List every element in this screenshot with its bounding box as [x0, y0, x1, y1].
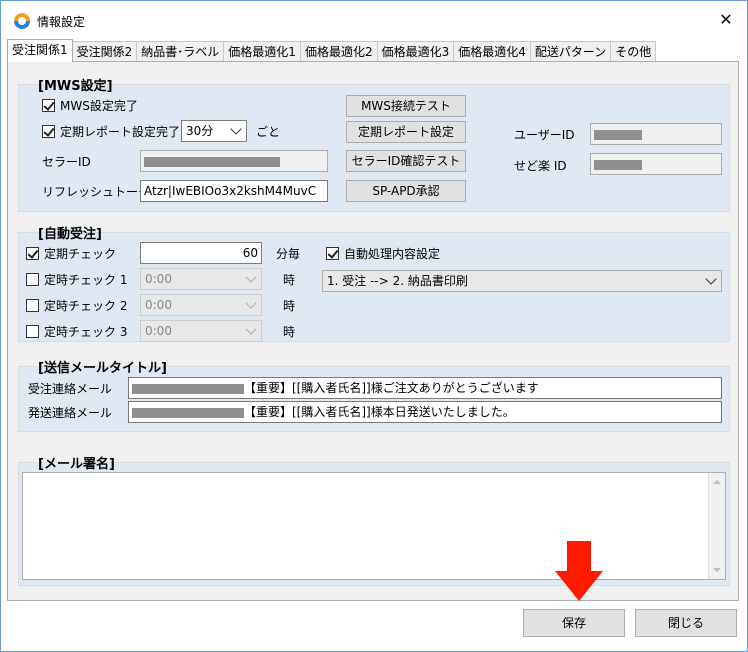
periodic-interval-input[interactable]: 60 [140, 242, 262, 264]
signature-textarea[interactable] [22, 472, 726, 580]
tab-strip: 受注関係1 受注関係2 納品書･ラベル 価格最適化1 価格最適化2 価格最適化3… [7, 39, 657, 62]
order-mail-text: 【重要】[[購入者氏名]]様ご注文ありがとうございます [244, 381, 539, 395]
user-id-masked [594, 129, 642, 140]
seller-id-masked [144, 156, 280, 167]
signature-group-title: [メール署名] [38, 457, 115, 472]
fixed-check-1-unit: 時 [283, 273, 296, 287]
save-button[interactable]: 保存 [523, 609, 625, 637]
order-mail-label: 受注連絡メール [28, 382, 113, 396]
auto-process-value: 1. 受注 --> 2. 納品書印刷 [327, 274, 468, 288]
report-setting-button[interactable]: 定期レポート設定 [346, 121, 466, 143]
fixed-check-3-checkbox[interactable] [26, 325, 39, 338]
seduraku-id-masked [594, 159, 642, 170]
tab-order-2[interactable]: 受注関係2 [71, 41, 138, 62]
tab-price-opt-1[interactable]: 価格最適化1 [223, 41, 301, 62]
report-interval-suffix: ごと [256, 125, 281, 139]
order-mail-masked [132, 383, 244, 394]
chevron-down-icon [705, 273, 717, 285]
scroll-up-icon[interactable] [713, 480, 721, 484]
order-mail-field[interactable]: 【重要】[[購入者氏名]]様ご注文ありがとうございます [128, 377, 722, 399]
tab-order-1[interactable]: 受注関係1 [7, 39, 73, 62]
mws-group-title: [MWS設定] [38, 79, 113, 94]
fixed-check-1-checkbox[interactable] [26, 273, 39, 286]
settings-window: 情報設定 ✕ 受注関係1 受注関係2 納品書･ラベル 価格最適化1 価格最適化2… [0, 0, 748, 652]
auto-process-checkbox[interactable] [326, 247, 339, 260]
periodic-check-label: 定期チェック [44, 247, 117, 261]
report-interval-value: 30分 [186, 124, 214, 138]
chevron-down-icon [230, 123, 242, 135]
ship-mail-masked [132, 407, 244, 418]
fixed-check-3-unit: 時 [283, 325, 296, 339]
close-icon[interactable]: ✕ [715, 9, 737, 31]
fixed-check-2-unit: 時 [283, 299, 296, 313]
mws-done-checkbox[interactable] [42, 99, 55, 112]
arrow-shaft [567, 541, 591, 573]
title-bar: 情報設定 ✕ [1, 1, 747, 39]
report-done-checkbox[interactable] [42, 125, 55, 138]
seduraku-id-field[interactable] [590, 153, 722, 175]
fixed-check-2-time-value: 0:00 [145, 298, 172, 312]
seller-id-test-button[interactable]: セラーID確認テスト [346, 150, 466, 172]
refresh-token-field[interactable]: Atzr|IwEBIOo3x2kshM4MuvC [140, 180, 328, 202]
mws-test-button[interactable]: MWS接続テスト [346, 95, 466, 117]
fixed-check-2-checkbox[interactable] [26, 299, 39, 312]
user-id-label: ユーザーID [514, 128, 575, 142]
close-button[interactable]: 閉じる [635, 609, 737, 637]
ship-mail-label: 発送連絡メール [28, 406, 113, 420]
app-icon [14, 13, 30, 29]
tab-price-opt-4[interactable]: 価格最適化4 [453, 41, 531, 62]
down-arrow-icon [555, 541, 603, 605]
scroll-down-icon[interactable] [713, 568, 721, 572]
fixed-check-3-label: 定時チェック 3 [44, 325, 128, 339]
report-interval-select[interactable]: 30分 [181, 120, 247, 142]
tab-price-opt-3[interactable]: 価格最適化3 [376, 41, 455, 62]
ship-mail-text: 【重要】[[購入者氏名]]様本日発送いたしました。 [244, 405, 515, 419]
tab-shipping-pattern[interactable]: 配送パターン [529, 41, 612, 62]
tab-other[interactable]: その他 [610, 41, 657, 62]
chevron-down-icon [245, 323, 257, 335]
tab-price-opt-2[interactable]: 価格最適化2 [299, 41, 378, 62]
fixed-check-1-label: 定時チェック 1 [44, 273, 128, 287]
fixed-check-1-time[interactable]: 0:00 [140, 268, 262, 290]
fixed-check-1-time-value: 0:00 [145, 272, 172, 286]
periodic-check-checkbox[interactable] [26, 247, 39, 260]
ship-mail-field[interactable]: 【重要】[[購入者氏名]]様本日発送いたしました。 [128, 401, 722, 423]
periodic-interval-unit: 分毎 [276, 247, 301, 261]
window-title: 情報設定 [37, 15, 86, 29]
signature-scrollbar[interactable] [708, 473, 725, 579]
user-id-field[interactable] [590, 123, 722, 145]
auto-process-select[interactable]: 1. 受注 --> 2. 納品書印刷 [322, 270, 722, 292]
mws-done-label: MWS設定完了 [60, 99, 138, 113]
chevron-down-icon [245, 271, 257, 283]
mail-title-group-title: [送信メールタイトル] [38, 361, 167, 376]
arrow-head [555, 571, 603, 601]
auto-process-label: 自動処理内容設定 [344, 247, 441, 261]
spapi-authorize-button[interactable]: SP-APD承認 [346, 180, 466, 202]
fixed-check-2-time[interactable]: 0:00 [140, 294, 262, 316]
chevron-down-icon [245, 297, 257, 309]
fixed-check-3-time[interactable]: 0:00 [140, 320, 262, 342]
fixed-check-2-label: 定時チェック 2 [44, 299, 128, 313]
seller-id-label: セラーID [42, 155, 91, 169]
tab-panel: [MWS設定] MWS設定完了 定期レポート設定完了 30分 ごと セラーID … [7, 61, 739, 601]
fixed-check-3-time-value: 0:00 [145, 324, 172, 338]
seduraku-id-label: せど楽 ID [514, 159, 567, 173]
report-done-label: 定期レポート設定完了 [60, 125, 181, 139]
auto-order-title: [自動受注] [38, 227, 102, 242]
tab-invoice-label[interactable]: 納品書･ラベル [136, 41, 225, 62]
seller-id-field[interactable] [140, 150, 328, 172]
